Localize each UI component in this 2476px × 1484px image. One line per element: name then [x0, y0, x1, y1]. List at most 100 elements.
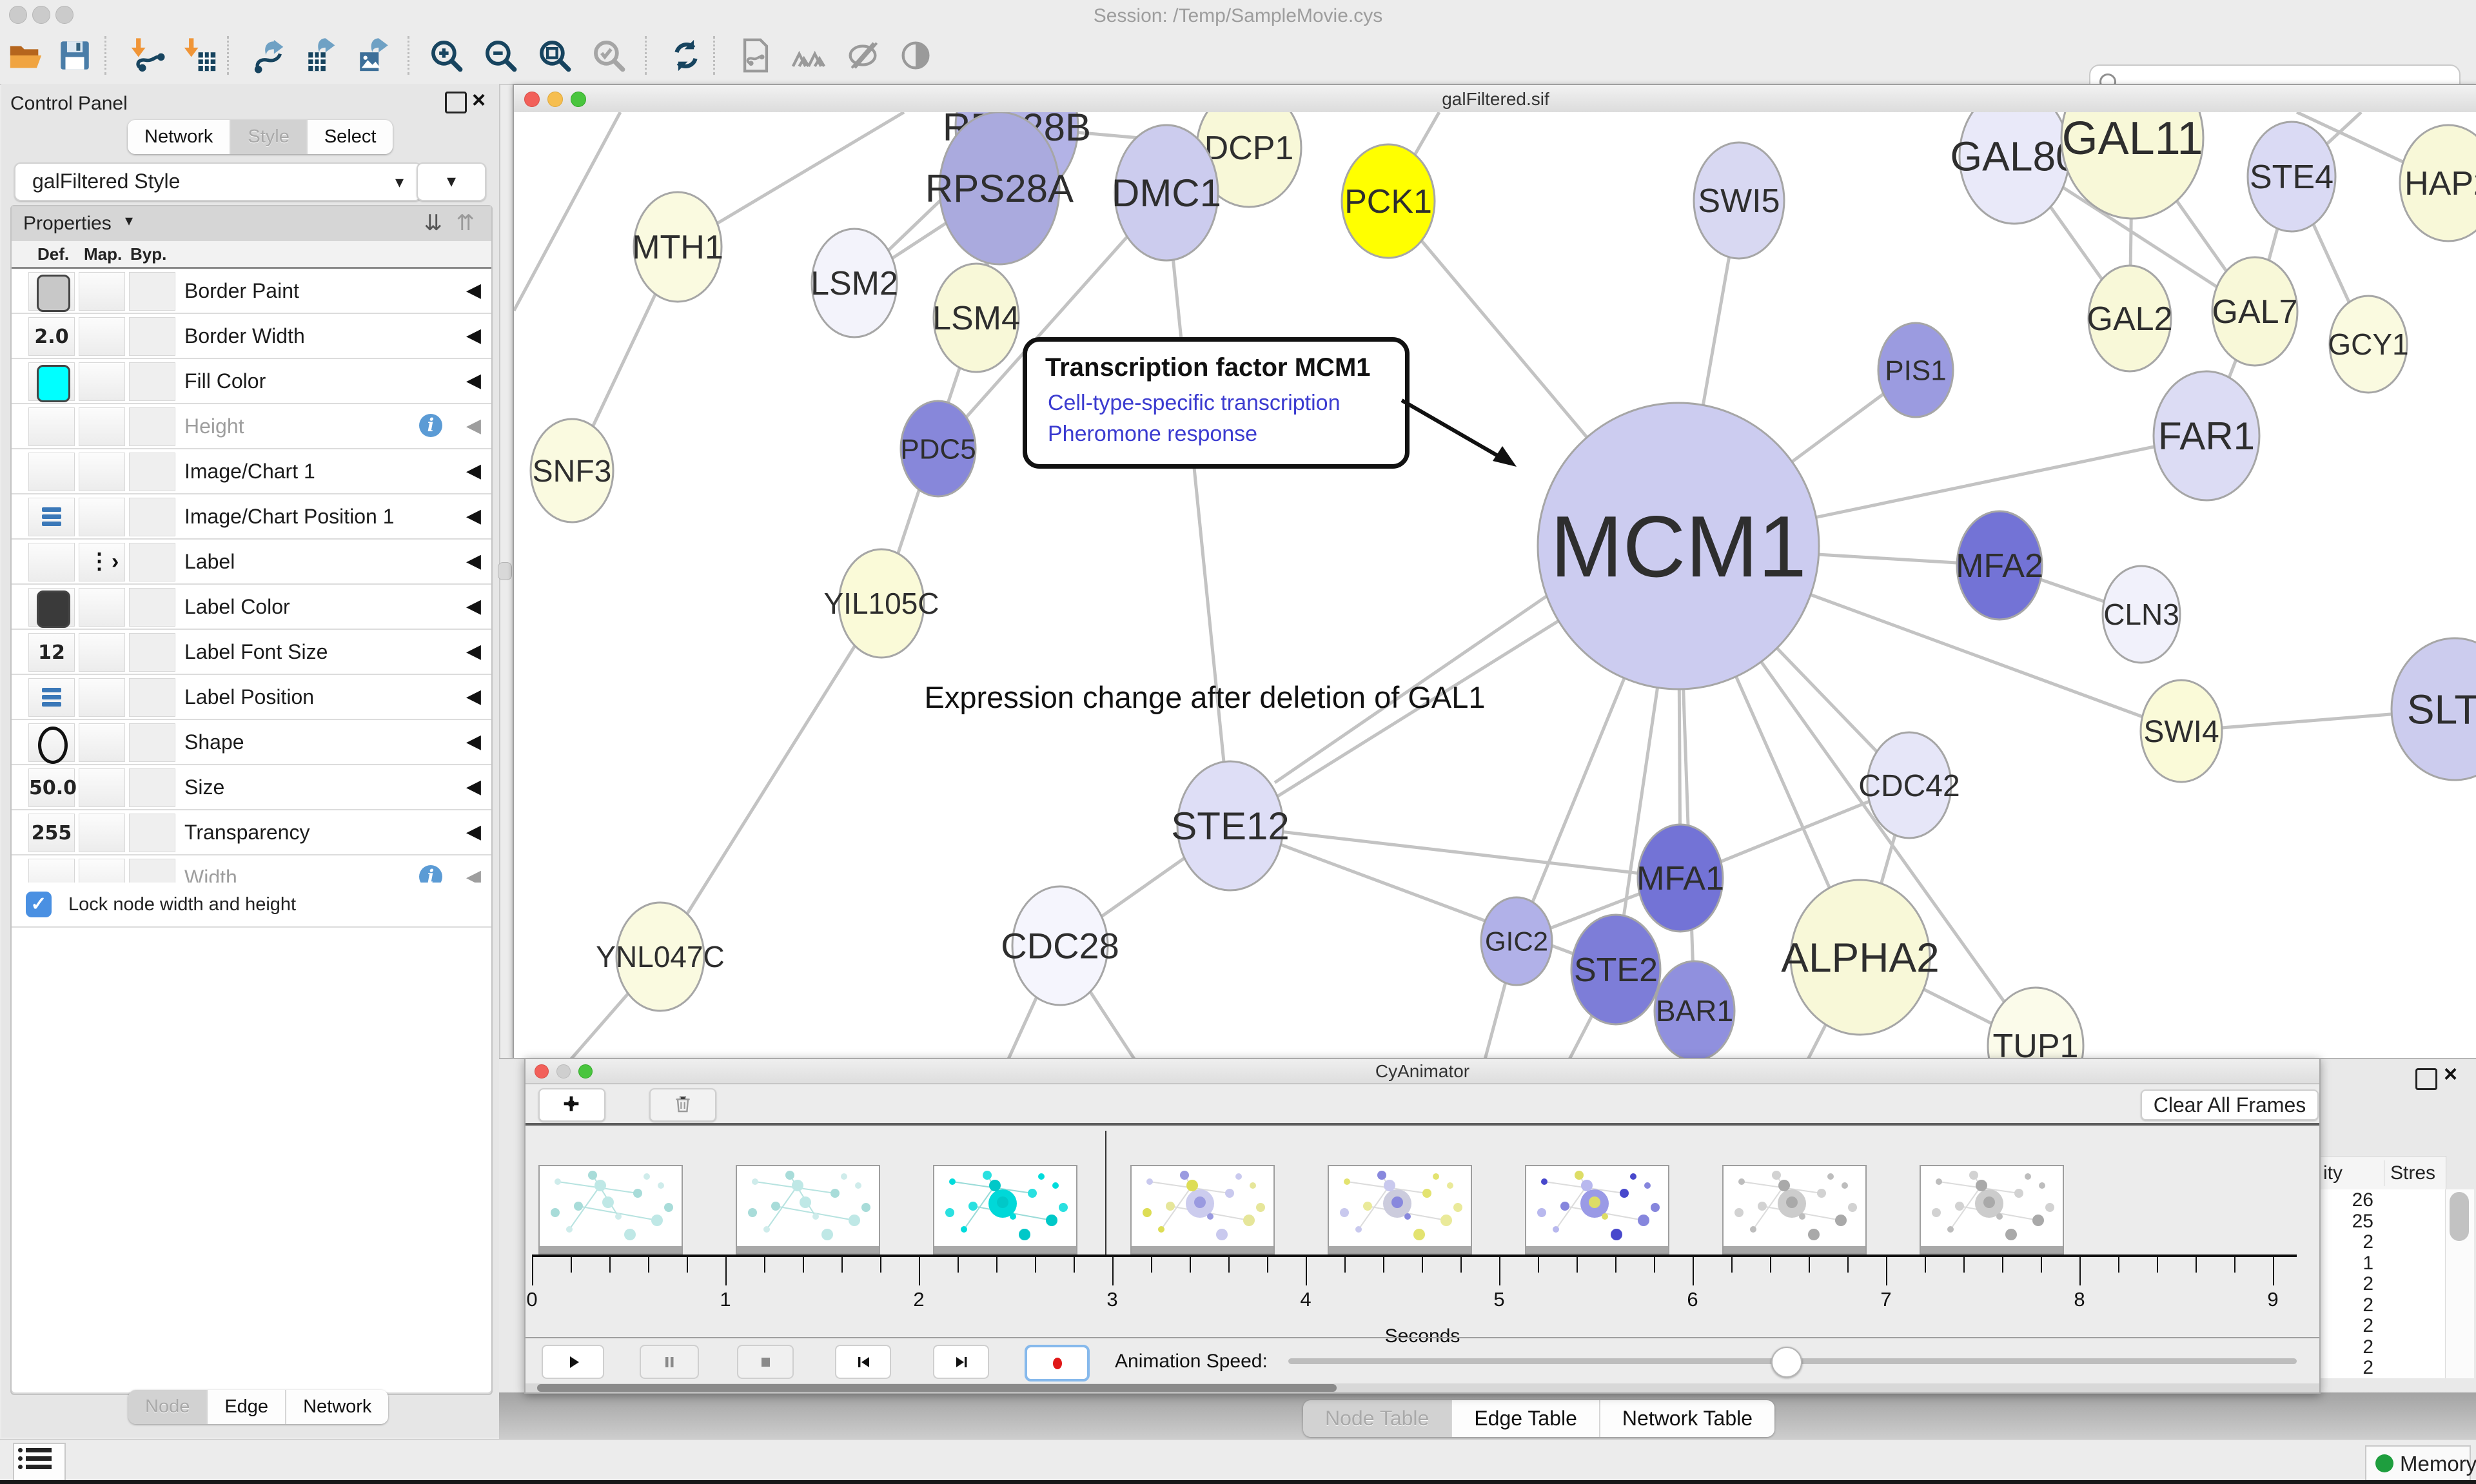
- default-value-cell[interactable]: 255: [28, 814, 75, 852]
- mapping-cell[interactable]: [79, 678, 125, 717]
- property-row[interactable]: 50.0Size◀: [12, 765, 491, 810]
- bypass-cell[interactable]: [129, 498, 175, 536]
- mapping-cell[interactable]: [79, 362, 125, 401]
- network-edge[interactable]: [660, 603, 881, 957]
- zoom-in-button[interactable]: [426, 35, 467, 76]
- property-row[interactable]: Label Color◀: [12, 585, 491, 630]
- expand-arrow-icon[interactable]: ◀: [466, 640, 481, 663]
- property-row[interactable]: Border Paint◀: [12, 269, 491, 314]
- refresh-layout-button[interactable]: [665, 35, 707, 76]
- zoom-out-button[interactable]: [480, 35, 521, 76]
- bypass-cell[interactable]: [129, 272, 175, 311]
- import-table-button[interactable]: [179, 35, 221, 76]
- default-value-cell[interactable]: [28, 723, 75, 762]
- annotation-arrow[interactable]: [1378, 370, 1546, 499]
- table-vertical-scrollbar[interactable]: [2445, 1189, 2474, 1378]
- default-value-cell[interactable]: 50.0: [28, 768, 75, 807]
- default-value-cell[interactable]: [28, 453, 75, 491]
- float-panel-icon[interactable]: [2415, 1068, 2437, 1090]
- column-ity[interactable]: ity: [2323, 1162, 2343, 1184]
- properties-header[interactable]: Properties ▾ ⇊ ⇈: [12, 206, 491, 242]
- mapping-cell[interactable]: ⋮›: [79, 543, 125, 581]
- property-row[interactable]: Shape◀: [12, 720, 491, 765]
- zoom-fit-button[interactable]: [534, 35, 575, 76]
- tab-node-table[interactable]: Node Table: [1303, 1400, 1452, 1437]
- table-row[interactable]: 2: [2319, 1336, 2446, 1358]
- bypass-cell[interactable]: [129, 543, 175, 581]
- tab-network-table[interactable]: Network Table: [1600, 1400, 1774, 1437]
- float-panel-icon[interactable]: [445, 92, 467, 113]
- save-session-button[interactable]: [54, 35, 95, 76]
- table-row[interactable]: 2: [2319, 1357, 2446, 1378]
- tab-network[interactable]: Network: [128, 120, 231, 154]
- close-panel-icon[interactable]: ×: [472, 89, 486, 111]
- bypass-cell[interactable]: [129, 407, 175, 446]
- timeline[interactable]: 0123456789 Seconds: [526, 1126, 2319, 1337]
- bypass-cell[interactable]: [129, 768, 175, 807]
- property-row[interactable]: Fill Color◀: [12, 359, 491, 404]
- network-canvas[interactable]: RPS28BDCP1RPS28ADMC1PCK1SWI5GAL80GAL11ST…: [514, 112, 2476, 1059]
- style-selector-dropdown[interactable]: galFiltered Style ▾: [14, 162, 422, 201]
- table-row[interactable]: 2: [2319, 1273, 2446, 1294]
- bypass-cell[interactable]: [129, 317, 175, 356]
- bypass-cell[interactable]: [129, 814, 175, 852]
- canvas-caption-text[interactable]: Expression change after deletion of GAL1: [897, 679, 1513, 715]
- expand-arrow-icon[interactable]: ◀: [466, 505, 481, 527]
- table-row[interactable]: 2: [2319, 1294, 2446, 1316]
- property-row[interactable]: 2.0Border Width◀: [12, 314, 491, 359]
- expand-arrow-icon[interactable]: ◀: [466, 369, 481, 392]
- property-row[interactable]: Heighti◀: [12, 404, 491, 449]
- annotation-link[interactable]: Pheromone response: [1048, 422, 1257, 447]
- default-value-cell[interactable]: [28, 272, 75, 311]
- tab-select[interactable]: Select: [308, 120, 393, 154]
- zoom-selected-button[interactable]: [588, 35, 629, 76]
- mapping-cell[interactable]: [79, 723, 125, 762]
- expand-arrow-icon[interactable]: ◀: [466, 821, 481, 843]
- bypass-cell[interactable]: [129, 453, 175, 491]
- annotation-link[interactable]: Cell-type-specific transcription: [1048, 391, 1341, 416]
- annotation-callout[interactable]: Transcription factor MCM1 Cell-type-spec…: [1023, 337, 1410, 469]
- close-panel-icon[interactable]: ×: [2444, 1063, 2457, 1085]
- expand-arrow-icon[interactable]: ◀: [466, 415, 481, 437]
- export-image-button[interactable]: [353, 35, 395, 76]
- add-frame-button[interactable]: [538, 1088, 605, 1122]
- table-row[interactable]: 2: [2319, 1315, 2446, 1336]
- group-annotations-button[interactable]: [788, 35, 829, 76]
- expand-arrow-icon[interactable]: ◀: [466, 685, 481, 708]
- scrollbar-thumb[interactable]: [537, 1384, 1337, 1392]
- tab-edge[interactable]: Edge: [208, 1390, 286, 1424]
- tab-node[interactable]: Node: [128, 1390, 208, 1424]
- bypass-cell[interactable]: [129, 588, 175, 627]
- bypass-cell[interactable]: [129, 723, 175, 762]
- hide-graphics-details-button[interactable]: [842, 35, 883, 76]
- bypass-cell[interactable]: [129, 633, 175, 672]
- default-value-cell[interactable]: [28, 588, 75, 627]
- mapping-cell[interactable]: [79, 633, 125, 672]
- memory-button[interactable]: Memory: [2365, 1445, 2471, 1481]
- mapping-cell[interactable]: [79, 498, 125, 536]
- mapping-cell[interactable]: [79, 407, 125, 446]
- network-edge[interactable]: [514, 112, 620, 311]
- pause-button[interactable]: [640, 1345, 699, 1379]
- property-row[interactable]: 255Transparency◀: [12, 810, 491, 855]
- export-network-button[interactable]: [250, 35, 291, 76]
- expand-arrow-icon[interactable]: ◀: [466, 550, 481, 572]
- property-row[interactable]: 12Label Font Size◀: [12, 630, 491, 675]
- default-value-cell[interactable]: 12: [28, 633, 75, 672]
- open-session-button[interactable]: [5, 35, 46, 76]
- column-stress[interactable]: Stres: [2390, 1162, 2435, 1184]
- import-network-button[interactable]: [126, 35, 168, 76]
- lock-size-checkbox[interactable]: ✓: [26, 892, 52, 917]
- table-row[interactable]: 26: [2319, 1189, 2446, 1211]
- expand-all-icon[interactable]: ⇊: [424, 210, 443, 236]
- tab-edge-table[interactable]: Edge Table: [1452, 1400, 1600, 1437]
- table-row[interactable]: 25: [2319, 1211, 2446, 1232]
- property-row[interactable]: Image/Chart Position 1◀: [12, 494, 491, 540]
- table-row[interactable]: 1: [2319, 1253, 2446, 1274]
- export-table-button[interactable]: [302, 35, 343, 76]
- network-edge[interactable]: [1166, 193, 1230, 826]
- bypass-cell[interactable]: [129, 362, 175, 401]
- mapping-cell[interactable]: [79, 588, 125, 627]
- tab-style[interactable]: Style: [231, 120, 307, 154]
- table-row[interactable]: 2: [2319, 1231, 2446, 1253]
